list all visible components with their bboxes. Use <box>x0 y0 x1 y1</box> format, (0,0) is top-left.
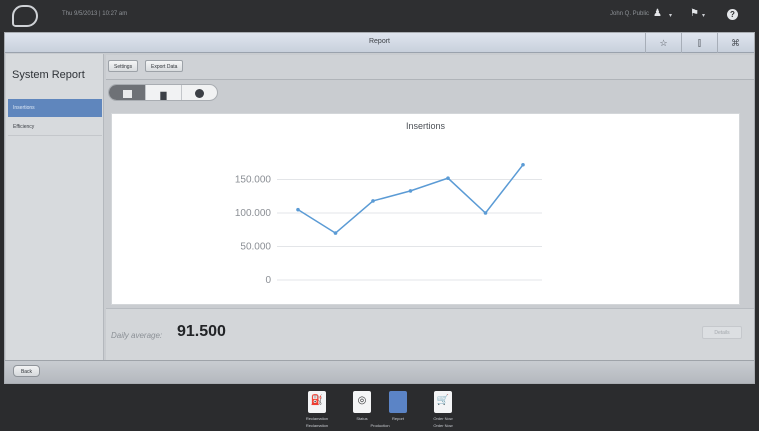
cart-icon: 🛒 <box>436 395 450 406</box>
daily-average-value: 91.500 <box>177 323 226 340</box>
sidebar: System Report Insertions Efficiency <box>6 54 104 360</box>
table-view-icon <box>122 90 132 98</box>
series-line <box>297 164 524 235</box>
dock-label: Report <box>391 416 404 421</box>
pie-chart-button[interactable] <box>181 85 217 100</box>
collapse-icon[interactable]: ⫿ <box>681 33 717 53</box>
user-icon[interactable]: ♟ <box>653 9 662 19</box>
sidebar-title: System Report <box>12 69 85 81</box>
sidebar-item-efficiency[interactable]: Efficiency <box>8 118 102 136</box>
sidebar-item-insertions[interactable]: Insertions <box>8 99 102 117</box>
gauge-icon: ◎ <box>357 395 367 406</box>
data-point[interactable] <box>296 207 300 212</box>
star-icon[interactable]: ☆ <box>645 33 681 53</box>
table-view-button[interactable] <box>109 85 145 100</box>
y-tick-label: 100.000 <box>235 208 272 219</box>
export-data-button[interactable]: Export Data <box>145 60 184 72</box>
settings-button[interactable]: Settings <box>108 60 139 72</box>
toolbar <box>106 55 754 80</box>
dock-label: Status <box>356 416 368 421</box>
dock-group-label: Order Now <box>433 423 453 428</box>
top-bar: Thu 9/5/2013 | 10:27 am John Q. Public ♟… <box>0 0 759 32</box>
daily-average-label: Daily average: <box>111 331 163 340</box>
chevron-down-icon[interactable]: ▾ <box>669 12 672 19</box>
date-time: Thu 9/5/2013 | 10:27 am <box>62 11 128 17</box>
flag-icon[interactable]: ⚑ <box>690 8 699 19</box>
y-tick-label: 50.000 <box>240 242 271 253</box>
chevron-down-icon[interactable]: ▾ <box>702 12 705 19</box>
chart-card: Insertions 0 50.000 100.000 150.000 <box>111 113 740 305</box>
bar-chart-button[interactable]: ▇ <box>145 85 181 100</box>
back-button[interactable]: Back <box>13 365 40 377</box>
data-point[interactable] <box>371 199 375 203</box>
y-tick-label: 150.000 <box>235 175 272 186</box>
help-icon[interactable]: ? <box>727 9 738 20</box>
dock-label: Order Now <box>433 416 453 421</box>
view-toggle: ▇ <box>108 84 218 101</box>
fullscreen-icon[interactable]: ⌘ <box>717 33 753 53</box>
dock-group-label: Production <box>370 423 390 428</box>
dock-group-label: Reclamation <box>305 423 329 428</box>
window-titlebar: Report ☆ ⫿ ⌘ <box>5 33 754 53</box>
data-point[interactable] <box>333 231 338 235</box>
data-point[interactable] <box>408 189 413 193</box>
fuel-pump-icon: ⛽ <box>310 395 324 406</box>
dock-label: Reclamation <box>305 416 329 421</box>
bar-chart-icon: ▇ <box>160 91 167 100</box>
data-point[interactable] <box>446 176 450 180</box>
details-button[interactable]: Details <box>702 326 742 339</box>
data-point[interactable] <box>483 211 488 215</box>
app-logo-icon[interactable] <box>12 5 38 27</box>
bottom-bar <box>5 360 754 383</box>
folder-icon <box>389 391 407 413</box>
window-title: Report <box>368 38 390 45</box>
data-point[interactable] <box>521 162 525 167</box>
user-name[interactable]: John Q. Public <box>610 11 649 17</box>
pie-chart-icon <box>195 89 204 98</box>
line-chart: 0 50.000 100.000 150.000 <box>235 162 542 286</box>
y-tick-label: 0 <box>265 275 271 286</box>
